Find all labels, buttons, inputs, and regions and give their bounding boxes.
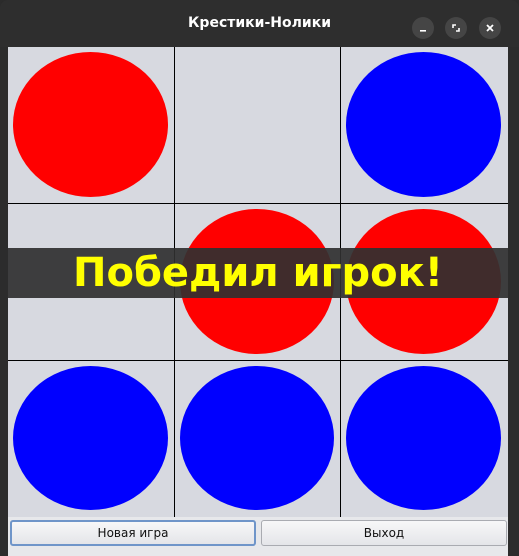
new-game-button[interactable]: Новая игра (10, 520, 256, 546)
maximize-button[interactable] (445, 17, 467, 39)
board-cell[interactable] (341, 361, 508, 517)
winner-banner: Победил игрок! (8, 248, 508, 298)
blue-piece (346, 366, 501, 510)
minimize-icon (420, 30, 426, 32)
blue-piece (13, 366, 168, 510)
winner-message: Победил игрок! (73, 250, 443, 296)
board-cell[interactable] (341, 47, 508, 204)
board-cell[interactable] (175, 47, 341, 204)
window-title: Крестики-Нолики (187, 15, 331, 31)
board-cell[interactable] (8, 47, 175, 204)
board-cell[interactable] (175, 361, 341, 517)
game-window: Крестики-Нолики Победил игрок! Новая игр… (0, 0, 519, 556)
blue-piece (180, 366, 334, 510)
board-cell[interactable] (8, 361, 175, 517)
exit-button[interactable]: Выход (261, 520, 507, 546)
maximize-icon (452, 24, 460, 32)
close-icon (486, 24, 494, 32)
close-button[interactable] (479, 17, 501, 39)
title-bar[interactable]: Крестики-Нолики (0, 0, 519, 47)
blue-piece (346, 52, 501, 197)
minimize-button[interactable] (412, 17, 434, 39)
red-piece (13, 52, 168, 197)
